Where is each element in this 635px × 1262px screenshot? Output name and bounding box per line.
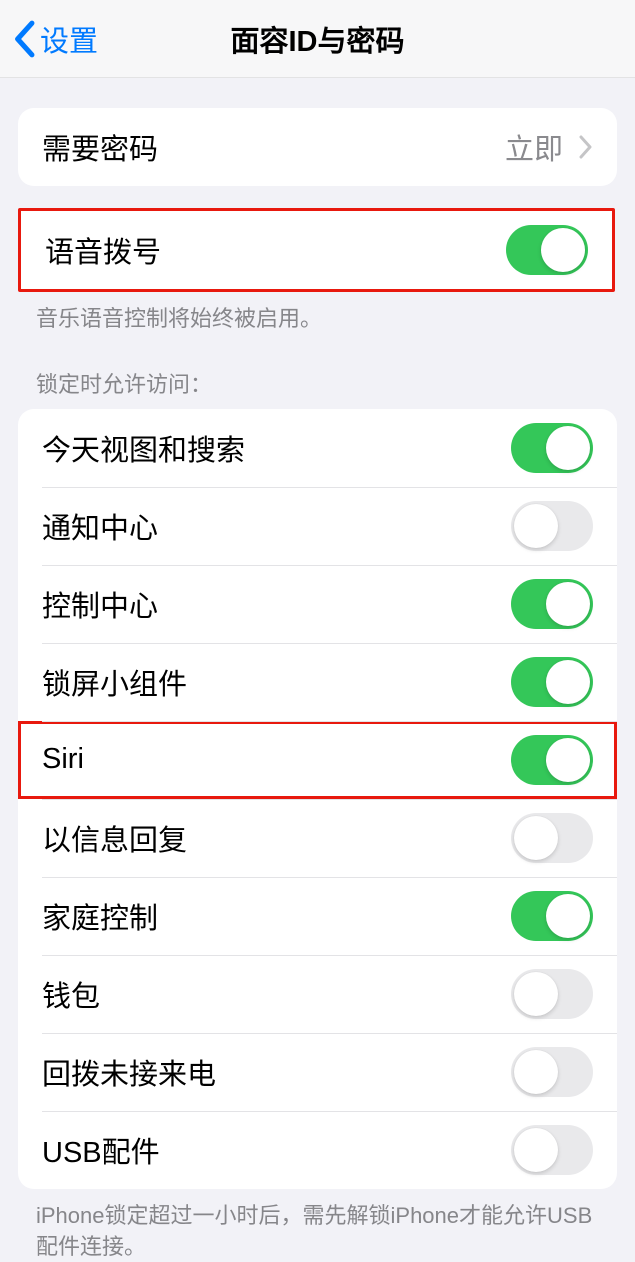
locked-access-item-label: 以信息回复 [42, 817, 187, 859]
locked-access-row: 家庭控制 [18, 877, 617, 955]
voice-dial-label: 语音拨号 [45, 229, 161, 271]
locked-access-item-label: 回拨未接来电 [42, 1051, 216, 1093]
chevron-right-icon [579, 135, 593, 159]
chevron-left-icon [12, 20, 36, 58]
locked-access-item-toggle[interactable] [511, 1047, 593, 1097]
locked-access-item-label: 家庭控制 [42, 895, 158, 937]
page-title: 面容ID与密码 [230, 18, 404, 60]
toggle-knob [514, 1128, 558, 1172]
toggle-knob [514, 504, 558, 548]
require-passcode-label: 需要密码 [42, 126, 158, 168]
locked-access-row: 控制中心 [18, 565, 617, 643]
locked-access-row: 今天视图和搜索 [18, 409, 617, 487]
locked-access-item-toggle[interactable] [511, 501, 593, 551]
locked-access-item-toggle[interactable] [511, 735, 593, 785]
locked-access-item-label: 钱包 [42, 973, 100, 1015]
toggle-knob [541, 228, 585, 272]
locked-access-row: USB配件 [18, 1111, 617, 1189]
nav-bar: 设置 面容ID与密码 [0, 0, 635, 78]
require-passcode-group: 需要密码 立即 [18, 108, 617, 186]
toggle-knob [546, 738, 590, 782]
locked-access-item-toggle[interactable] [511, 657, 593, 707]
locked-access-item-label: 通知中心 [42, 505, 158, 547]
locked-access-row: 通知中心 [18, 487, 617, 565]
locked-access-row: 以信息回复 [18, 799, 617, 877]
locked-access-item-toggle[interactable] [511, 579, 593, 629]
toggle-knob [546, 426, 590, 470]
locked-access-item-toggle[interactable] [511, 1125, 593, 1175]
back-label: 设置 [40, 18, 98, 60]
locked-access-item-label: 今天视图和搜索 [42, 427, 245, 469]
content: 需要密码 立即 语音拨号 音乐语音控制将始终被启用。 锁定时允许访问： 今天视图… [0, 108, 635, 1262]
locked-access-item-label: 控制中心 [42, 583, 158, 625]
back-button[interactable]: 设置 [0, 18, 98, 60]
voice-dial-toggle[interactable] [506, 225, 588, 275]
locked-access-item-label: Siri [42, 743, 84, 776]
locked-access-footer: iPhone锁定超过一小时后，需先解锁iPhone才能允许USB配件连接。 [0, 1189, 635, 1262]
toggle-knob [514, 972, 558, 1016]
locked-access-item-label: 锁屏小组件 [42, 661, 187, 703]
toggle-knob [514, 1050, 558, 1094]
voice-dial-footer: 音乐语音控制将始终被启用。 [0, 292, 635, 335]
locked-access-item-toggle[interactable] [511, 969, 593, 1019]
locked-access-row: Siri [18, 721, 617, 799]
locked-access-item-toggle[interactable] [511, 813, 593, 863]
locked-access-group: 今天视图和搜索通知中心控制中心锁屏小组件 Siri 以信息回复家庭控制钱包回拨未接来… [18, 409, 617, 1189]
toggle-knob [546, 660, 590, 704]
voice-dial-row: 语音拨号 [21, 211, 612, 289]
locked-access-item-toggle[interactable] [511, 891, 593, 941]
toggle-knob [514, 816, 558, 860]
require-passcode-value: 立即 [505, 126, 593, 168]
locked-access-item-label: USB配件 [42, 1129, 160, 1171]
locked-access-row: 回拨未接来电 [18, 1033, 617, 1111]
toggle-knob [546, 582, 590, 626]
locked-access-header: 锁定时允许访问： [0, 335, 635, 409]
require-passcode-row[interactable]: 需要密码 立即 [18, 108, 617, 186]
locked-access-item-toggle[interactable] [511, 423, 593, 473]
locked-access-row: 锁屏小组件 [18, 643, 617, 721]
locked-access-row: 钱包 [18, 955, 617, 1033]
voice-dial-group: 语音拨号 [18, 208, 615, 292]
toggle-knob [546, 894, 590, 938]
